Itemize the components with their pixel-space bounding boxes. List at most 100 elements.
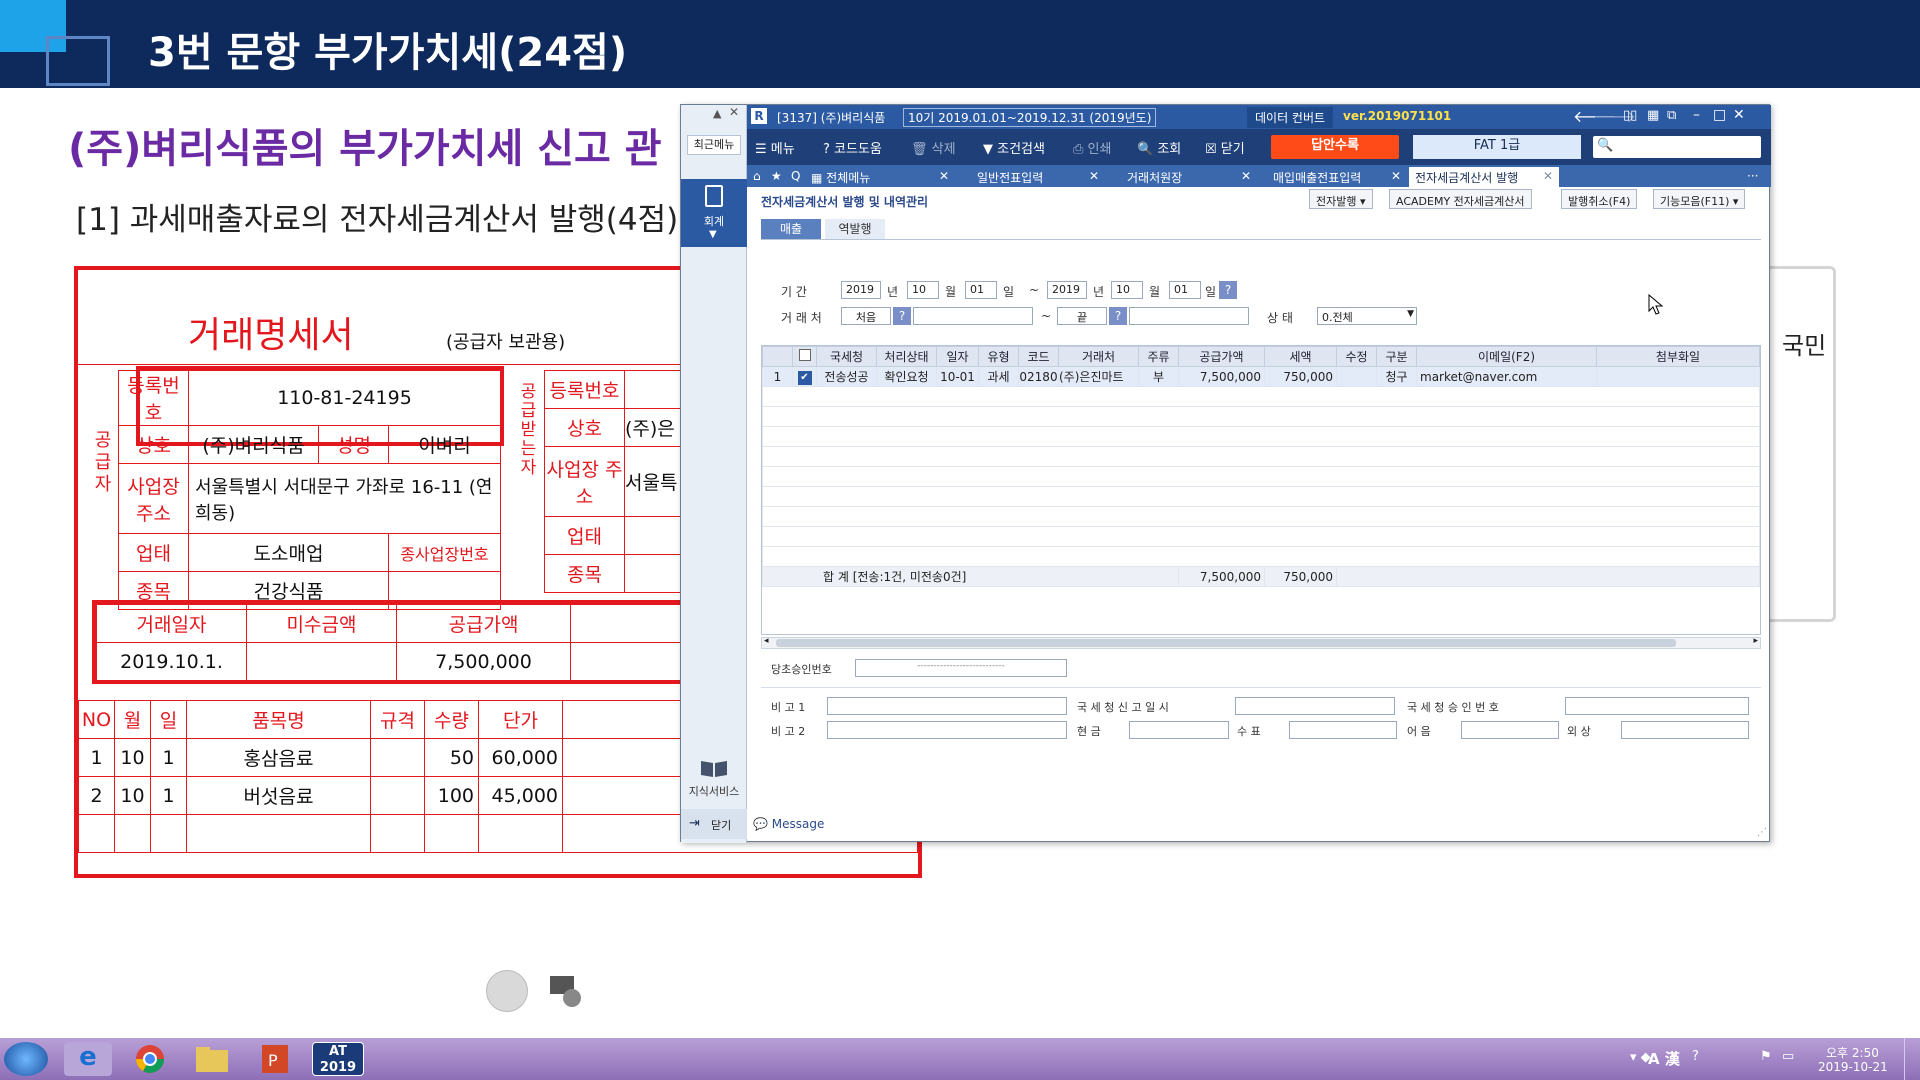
chrome-icon[interactable] <box>126 1042 174 1076</box>
tab-close-icon[interactable]: ✕ <box>1543 169 1553 183</box>
table-row[interactable] <box>762 526 1760 547</box>
check-input[interactable] <box>1289 721 1397 739</box>
data-convert-button[interactable]: 데이터 컨버트 <box>1247 107 1334 128</box>
row-checkbox[interactable]: ✔ <box>792 366 817 387</box>
subtab-sales[interactable]: 매출 <box>761 219 821 239</box>
table-row[interactable] <box>762 506 1760 527</box>
partner-to-input[interactable]: 끝 <box>1057 307 1107 325</box>
from-day-input[interactable]: 01 <box>965 281 997 299</box>
tab-general-journal[interactable]: 일반전표입력 ✕ <box>959 167 1105 187</box>
tab-close-icon[interactable]: ✕ <box>1241 169 1251 183</box>
col-header[interactable]: 처리상태 <box>876 346 937 367</box>
nts-approval-input[interactable] <box>1565 697 1749 715</box>
to-day-input[interactable]: 01 <box>1169 281 1201 299</box>
quick-search-icon[interactable]: Q <box>785 167 806 187</box>
tab-all-menu[interactable]: ▦ 전체메뉴 ✕ <box>805 167 955 187</box>
select-all-checkbox[interactable] <box>792 346 817 367</box>
col-header[interactable]: 수정 <box>1336 346 1377 367</box>
table-row[interactable] <box>762 466 1760 487</box>
col-header[interactable]: 코드 <box>1018 346 1059 367</box>
filter-button[interactable]: ▼ 조건검색 <box>983 138 1045 157</box>
book-icon[interactable] <box>699 759 729 779</box>
col-header[interactable]: 공급가액 <box>1178 346 1265 367</box>
col-header[interactable]: 세액 <box>1264 346 1337 367</box>
horizontal-scrollbar[interactable]: ◂ ▸ <box>761 636 1761 649</box>
tab-close-icon[interactable]: ✕ <box>939 169 949 183</box>
col-header[interactable]: 첨부화일 <box>1596 346 1760 367</box>
from-month-input[interactable]: 10 <box>907 281 939 299</box>
table-row[interactable] <box>762 386 1760 407</box>
code-help-button[interactable]: ? 코드도움 <box>823 138 882 157</box>
book-view-icon[interactable]: ▯▯ <box>1623 108 1637 123</box>
from-year-input[interactable]: 2019 <box>841 281 881 299</box>
partner-from-input[interactable]: 처음 <box>841 307 891 325</box>
close-icon[interactable]: ✕ <box>1733 107 1745 123</box>
menu-search-input[interactable]: 🔍 <box>1593 136 1761 158</box>
partner-to-help-icon[interactable]: ? <box>1109 307 1127 325</box>
cancel-issue-button[interactable]: 발행취소(F4) <box>1561 189 1638 209</box>
tab-close-icon[interactable]: ✕ <box>1089 169 1099 183</box>
tab-purchase-sales-journal[interactable]: 매입매출전표입력 ✕ <box>1261 167 1407 187</box>
resize-grip-icon[interactable]: ⋰ <box>1757 827 1767 838</box>
grid-view-icon[interactable]: ▦ <box>1647 108 1659 123</box>
tab-partner-ledger[interactable]: 거래처원장 ✕ <box>1109 167 1257 187</box>
home-icon[interactable]: ⌂ <box>747 167 767 187</box>
menu-button[interactable]: ☰ 메뉴 <box>755 138 795 157</box>
date-help-icon[interactable]: ? <box>1219 281 1237 299</box>
window-tile-icon[interactable]: ⧉ <box>1667 108 1676 123</box>
accounting-module-button[interactable]: 회계 ▼ <box>681 179 747 247</box>
tab-close-icon[interactable]: ✕ <box>1391 169 1401 183</box>
pin-icon[interactable]: ▲ <box>713 107 721 120</box>
scroll-right-arrow[interactable]: ▸ <box>1753 636 1758 646</box>
table-row[interactable]: 1 ✔ 전송성공 확인요청 10-01 과세 02180 (주)은진마트 부 7… <box>762 366 1760 387</box>
help-tray-icon[interactable]: ? <box>1692 1049 1699 1064</box>
credit-input[interactable] <box>1621 721 1749 739</box>
col-header[interactable]: 이메일(F2) <box>1416 346 1597 367</box>
table-row[interactable] <box>762 486 1760 507</box>
maximize-icon[interactable]: □ <box>1713 107 1726 123</box>
function-menu-dropdown[interactable]: 기능모음(F11) ▾ <box>1653 189 1746 209</box>
partner-to-name[interactable] <box>1129 307 1249 325</box>
table-row[interactable] <box>762 426 1760 447</box>
flag-tray-icon[interactable]: ⚑ <box>1760 1049 1772 1064</box>
powerpoint-icon[interactable]: P <box>250 1042 298 1076</box>
e-issue-dropdown[interactable]: 전자발행 ▾ <box>1309 189 1373 209</box>
start-button-icon[interactable] <box>4 1042 48 1076</box>
col-header[interactable]: 구분 <box>1376 346 1417 367</box>
file-explorer-icon[interactable] <box>188 1042 236 1076</box>
search-button[interactable]: 🔍 조회 <box>1137 138 1181 157</box>
subtab-reverse-issue[interactable]: 역발행 <box>825 219 885 239</box>
table-row[interactable] <box>762 406 1760 427</box>
record-button[interactable] <box>486 970 528 1012</box>
close-button[interactable]: ☒ 닫기 <box>1205 138 1245 157</box>
partner-from-name[interactable] <box>913 307 1033 325</box>
internet-explorer-icon[interactable]: e <box>64 1042 112 1076</box>
print-button[interactable]: ⎙ 인쇄 <box>1073 138 1111 157</box>
network-tray-icon[interactable]: ▭ <box>1782 1049 1794 1064</box>
kcal-at-app-button[interactable]: AT 2019 <box>312 1042 364 1076</box>
submit-answer-button[interactable]: 답안수록 <box>1271 135 1399 159</box>
more-tabs-icon[interactable]: ··· <box>1741 167 1764 187</box>
ime-indicator[interactable]: A 漢 <box>1648 1048 1680 1069</box>
bill-input[interactable] <box>1461 721 1559 739</box>
delete-button[interactable]: 🗑 삭제 <box>911 138 956 157</box>
col-header[interactable]: 유형 <box>978 346 1019 367</box>
to-year-input[interactable]: 2019 <box>1047 281 1087 299</box>
message-button[interactable]: 💬 Message <box>753 817 824 831</box>
status-select[interactable]: 0.전체 ▼ <box>1317 307 1417 325</box>
col-header[interactable]: 국세청 <box>816 346 877 367</box>
col-header[interactable]: 거래처 <box>1058 346 1139 367</box>
to-month-input[interactable]: 10 <box>1111 281 1143 299</box>
cash-input[interactable] <box>1129 721 1229 739</box>
screen-capture-icon[interactable] <box>548 974 584 1008</box>
scrollbar-thumb[interactable] <box>776 639 1676 647</box>
table-row[interactable] <box>762 446 1760 467</box>
show-desktop-button[interactable] <box>1904 1038 1920 1080</box>
academy-e-invoice-button[interactable]: ACADEMY 전자세금계산서 <box>1389 189 1532 209</box>
sidebar-close-icon[interactable]: ✕ <box>729 105 739 119</box>
partner-from-help-icon[interactable]: ? <box>893 307 911 325</box>
minimize-icon[interactable]: – <box>1693 107 1700 123</box>
note2-input[interactable] <box>827 721 1067 739</box>
note1-input[interactable] <box>827 697 1067 715</box>
knowledge-service-label[interactable]: 지식서비스 <box>681 783 747 799</box>
